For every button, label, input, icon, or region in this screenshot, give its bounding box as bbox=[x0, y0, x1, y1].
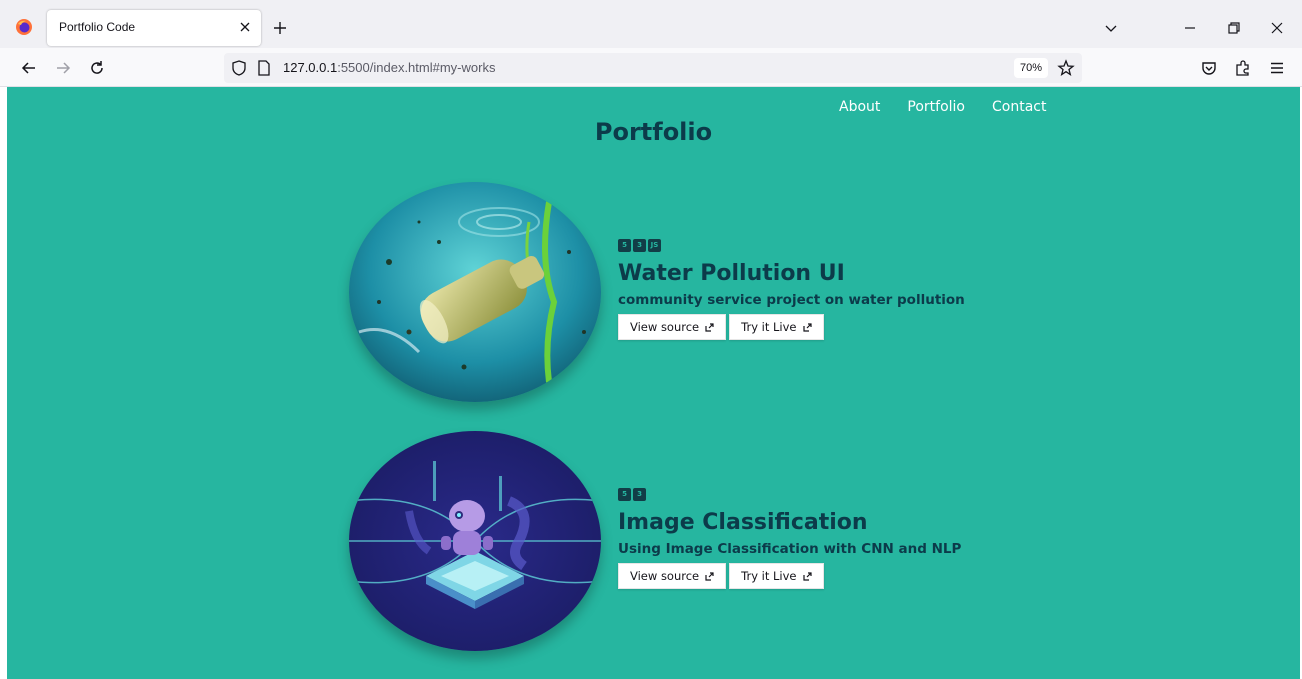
list-all-tabs-chevron-icon[interactable] bbox=[1103, 20, 1119, 36]
project-card-water-pollution: 5 3 JS Water Pollution UI community serv… bbox=[349, 182, 969, 402]
tracking-shield-icon[interactable] bbox=[231, 59, 247, 77]
reload-icon[interactable] bbox=[88, 59, 106, 77]
url-host: 127.0.0.1 bbox=[283, 60, 338, 75]
restore-window-icon[interactable] bbox=[1226, 20, 1242, 36]
page-content: About Portfolio Contact Portfolio 5 3 JS… bbox=[7, 87, 1300, 679]
tech-stack-icons: 5 3 bbox=[618, 488, 961, 503]
zoom-level-badge[interactable]: 70% bbox=[1014, 58, 1049, 78]
nav-link-portfolio[interactable]: Portfolio bbox=[907, 99, 965, 115]
browser-toolbar: 127.0.0.1:5500/index.html#my-works 70% bbox=[0, 48, 1302, 87]
image-classification-image bbox=[349, 431, 601, 651]
address-bar[interactable]: 127.0.0.1:5500/index.html#my-works 70% bbox=[224, 53, 1082, 83]
close-tab-icon[interactable] bbox=[237, 19, 253, 35]
button-label: Try it Live bbox=[741, 320, 797, 334]
view-source-button[interactable]: View source bbox=[618, 314, 727, 340]
back-arrow-icon[interactable] bbox=[20, 59, 38, 77]
new-tab-plus-icon[interactable] bbox=[271, 19, 289, 37]
firefox-logo-icon[interactable] bbox=[15, 18, 33, 36]
button-label: View source bbox=[630, 320, 700, 334]
water-pollution-image bbox=[349, 182, 601, 402]
page-title: Portfolio bbox=[594, 118, 713, 146]
external-link-icon bbox=[705, 322, 714, 332]
site-navigation: About Portfolio Contact bbox=[839, 99, 1046, 115]
pocket-icon[interactable] bbox=[1200, 59, 1218, 77]
tab-title: Portfolio Code bbox=[59, 20, 136, 34]
button-label: View source bbox=[630, 569, 700, 583]
forward-arrow-icon[interactable] bbox=[54, 59, 72, 77]
page-info-icon[interactable] bbox=[257, 60, 271, 76]
css3-icon: 3 bbox=[633, 488, 646, 501]
extensions-puzzle-icon[interactable] bbox=[1234, 59, 1252, 77]
javascript-icon: JS bbox=[648, 239, 661, 252]
tech-stack-icons: 5 3 JS bbox=[618, 239, 965, 254]
project-title: Water Pollution UI bbox=[618, 261, 845, 286]
view-source-button[interactable]: View source bbox=[618, 563, 727, 589]
html5-icon: 5 bbox=[618, 239, 631, 252]
project-title: Image Classification bbox=[618, 510, 868, 535]
external-link-icon bbox=[802, 322, 812, 332]
project-card-image-classification: 5 3 Image Classification Using Image Cla… bbox=[349, 431, 969, 651]
try-it-live-button[interactable]: Try it Live bbox=[729, 314, 824, 340]
button-label: Try it Live bbox=[741, 569, 797, 583]
project-description: Using Image Classification with CNN and … bbox=[618, 541, 962, 557]
url-path: :5500/index.html#my-works bbox=[337, 60, 496, 75]
project-info: 5 3 JS Water Pollution UI community serv… bbox=[618, 239, 965, 340]
active-tab[interactable]: Portfolio Code bbox=[47, 10, 261, 46]
html5-icon: 5 bbox=[618, 488, 631, 501]
app-menu-hamburger-icon[interactable] bbox=[1268, 59, 1286, 77]
url-text[interactable]: 127.0.0.1:5500/index.html#my-works bbox=[283, 60, 495, 75]
external-link-icon bbox=[705, 571, 714, 581]
bookmark-star-icon[interactable] bbox=[1057, 59, 1075, 77]
nav-link-about[interactable]: About bbox=[839, 99, 880, 115]
try-it-live-button[interactable]: Try it Live bbox=[729, 563, 824, 589]
project-description: community service project on water pollu… bbox=[618, 292, 965, 308]
close-window-icon[interactable] bbox=[1269, 20, 1285, 36]
project-info: 5 3 Image Classification Using Image Cla… bbox=[618, 488, 961, 589]
css3-icon: 3 bbox=[633, 239, 646, 252]
browser-tab-bar: Portfolio Code bbox=[0, 0, 1302, 48]
nav-link-contact[interactable]: Contact bbox=[992, 99, 1046, 115]
minimize-icon[interactable] bbox=[1182, 20, 1198, 36]
external-link-icon bbox=[802, 571, 812, 581]
